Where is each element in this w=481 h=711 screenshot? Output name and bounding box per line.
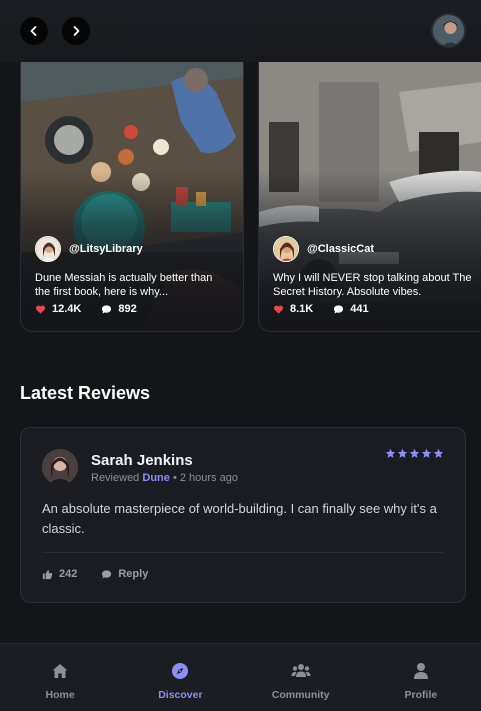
review-meta: Reviewed Dune • 2 hours ago <box>91 472 238 484</box>
chevron-right-icon <box>73 26 80 36</box>
chevron-left-icon <box>30 26 37 36</box>
like-count: 242 <box>59 568 78 580</box>
comment-icon[interactable] <box>101 304 112 315</box>
post-card[interactable]: @ClassicCat Why I will NEVER stop talkin… <box>258 62 481 332</box>
section-title: Latest Reviews <box>20 383 151 403</box>
star-icon <box>421 448 432 458</box>
comment-count: 441 <box>350 303 369 315</box>
author-handle: @LitsyLibrary <box>69 243 143 255</box>
thumbs-up-icon[interactable] <box>42 569 53 580</box>
review-text: An absolute masterpiece of world-buildin… <box>42 501 437 536</box>
tab-discover[interactable]: Discover <box>120 644 240 711</box>
author-handle: @ClassicCat <box>307 243 374 255</box>
post-card[interactable]: @LitsyLibrary Dune Messiah is actually b… <box>20 62 244 332</box>
tab-label: Home <box>45 689 75 701</box>
top-bar <box>0 0 481 62</box>
like-count: 8.1K <box>290 303 314 315</box>
tab-profile[interactable]: Profile <box>361 644 481 711</box>
like-count: 12.4K <box>52 303 82 315</box>
post-stats: 12.4K 892 <box>35 303 137 315</box>
reply-icon[interactable] <box>101 569 112 580</box>
users-icon <box>291 664 311 677</box>
comment-count: 892 <box>118 303 137 315</box>
user-icon <box>413 663 428 679</box>
review-card: Sarah Jenkins Reviewed Dune • 2 hours ag… <box>20 427 466 603</box>
comment-icon[interactable] <box>333 304 344 315</box>
carousel-prev-button[interactable] <box>20 17 48 45</box>
star-icon <box>433 448 444 458</box>
star-icon <box>397 448 408 458</box>
tab-label: Community <box>271 689 330 701</box>
reply-button[interactable]: Reply <box>118 568 148 580</box>
tab-home[interactable]: Home <box>0 644 120 711</box>
heart-icon[interactable] <box>273 304 284 315</box>
post-excerpt: Dune Messiah is actually better than the… <box>35 272 213 298</box>
bottom-nav: Home Discover Community Profile <box>0 643 481 711</box>
home-icon <box>52 664 68 678</box>
tab-label: Discover <box>158 689 203 701</box>
post-author[interactable]: @ClassicCat <box>273 236 374 262</box>
post-stats: 8.1K 441 <box>273 303 369 315</box>
reviewer-name[interactable]: Sarah Jenkins <box>91 452 193 469</box>
star-icon <box>409 448 420 458</box>
star-icon <box>385 448 396 458</box>
post-excerpt: Why I will NEVER stop talking about The … <box>273 272 472 298</box>
reviewer-avatar[interactable] <box>42 449 78 485</box>
tab-label: Profile <box>404 689 438 701</box>
star-rating <box>385 448 444 459</box>
review-actions: 242 Reply <box>42 568 148 580</box>
carousel-next-button[interactable] <box>62 17 90 45</box>
author-avatar <box>273 236 299 262</box>
divider <box>42 552 444 553</box>
heart-icon[interactable] <box>35 304 46 315</box>
compass-icon <box>172 663 189 679</box>
post-author[interactable]: @LitsyLibrary <box>35 236 143 262</box>
user-avatar[interactable] <box>431 13 466 48</box>
reviewed-book-link[interactable]: Dune <box>142 472 170 484</box>
tab-community[interactable]: Community <box>241 644 361 711</box>
author-avatar <box>35 236 61 262</box>
